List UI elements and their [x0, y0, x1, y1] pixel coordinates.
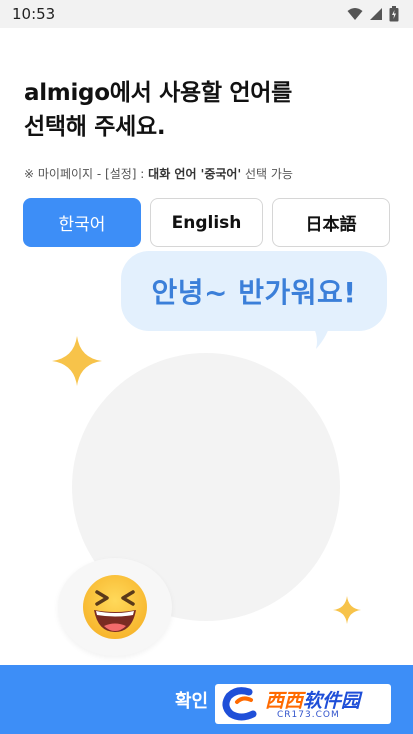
note-bold: 대화 언어 '중국어': [148, 167, 242, 181]
note-prefix: ※ 마이페이지 - [설정] :: [24, 167, 149, 181]
language-button-english[interactable]: English: [150, 198, 263, 247]
note-suffix: 선택 가능: [241, 167, 293, 181]
watermark: 西西软件园 CR173.COM: [215, 684, 391, 724]
battery-icon: [389, 6, 399, 22]
sparkle-small-icon: [333, 596, 361, 624]
language-button-japanese[interactable]: 日本語: [272, 198, 390, 247]
signal-icon: [370, 8, 382, 20]
confirm-button-label: 확인: [174, 690, 209, 712]
speech-bubble: 안녕~ 반가워요!: [121, 251, 387, 331]
settings-note: ※ 마이페이지 - [설정] : 대화 언어 '중국어' 선택 가능: [24, 165, 293, 182]
status-bar: 10:53: [0, 0, 413, 28]
language-selector: 한국어 English 日本語: [23, 198, 390, 247]
page-title: almigo에서 사용할 언어를 선택해 주세요.: [24, 76, 292, 144]
sparkle-icon: [52, 336, 102, 386]
speech-bubble-text: 안녕~ 반가워요!: [151, 276, 357, 309]
watermark-logo-icon: [222, 687, 257, 721]
language-label-korean: 한국어: [58, 215, 106, 235]
wifi-icon: [347, 8, 363, 20]
page-title-line1: almigo에서 사용할 언어를: [24, 80, 293, 106]
watermark-text-right: 软件园: [303, 690, 361, 712]
watermark-subtext: CR173.COM: [277, 710, 340, 720]
laughing-emoji-icon: [83, 575, 147, 639]
status-icons: [347, 6, 399, 22]
watermark-text: 西西软件园: [265, 686, 360, 713]
watermark-text-left: 西西: [265, 690, 304, 712]
language-label-japanese: 日本語: [305, 215, 357, 235]
page-title-line2: 선택해 주세요.: [24, 114, 166, 140]
speech-bubble-tail: [308, 318, 332, 349]
language-label-english: English: [171, 212, 242, 233]
status-time: 10:53: [12, 5, 56, 23]
language-button-korean[interactable]: 한국어: [23, 198, 141, 247]
